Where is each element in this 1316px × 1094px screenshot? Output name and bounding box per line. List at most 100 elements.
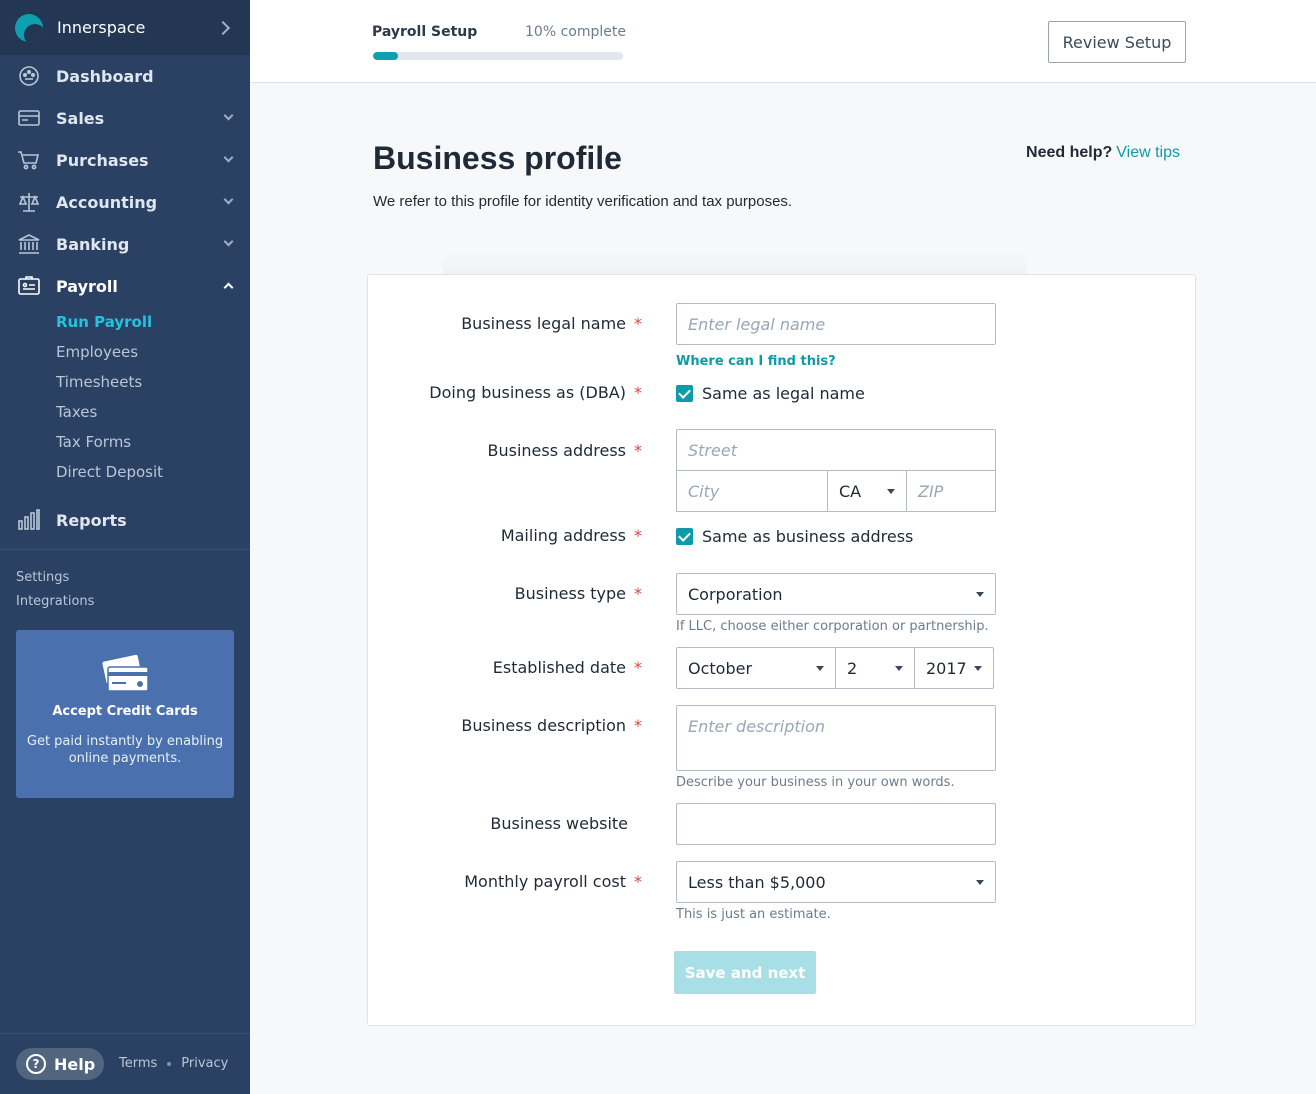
sidebar-subitem-employees[interactable]: Employees [0,337,250,367]
page-title: Business profile [373,140,622,176]
page-subtitle: We refer to this profile for identity ve… [373,193,793,210]
sidebar: Innerspace Dashboard Sales Purchases Acc… [0,0,250,1094]
sidebar-item-label: Sales [56,108,105,128]
sidebar-item-dashboard[interactable]: Dashboard [0,55,250,97]
sidebar-subitem-timesheets[interactable]: Timesheets [0,367,250,397]
dropdown-arrow-icon [816,666,824,671]
aux-links: Settings Integrations [16,568,94,616]
month-value: October [688,658,753,678]
terms-link[interactable]: Terms [119,1056,157,1071]
view-tips-link[interactable]: View tips [1116,144,1180,161]
sidebar-item-sales[interactable]: Sales [0,97,250,139]
integrations-link[interactable]: Integrations [16,592,94,616]
payroll-cost-select[interactable]: Less than $5,000 [676,861,996,903]
where-find-link[interactable]: Where can I find this? [676,354,836,369]
payroll-icon [16,274,42,298]
need-help-prefix: Need help? [1026,144,1113,161]
sidebar-subitem-taxes[interactable]: Taxes [0,397,250,427]
logo-icon [15,13,43,42]
dba-label: Doing business as (DBA) * [429,383,642,402]
promo-title: Accept Credit Cards [52,704,198,719]
dba-checkbox-label: Same as legal name [702,384,865,403]
checkbox-checked-icon [676,385,693,402]
separator-dot [167,1061,172,1066]
cart-icon [16,148,42,172]
day-select[interactable]: 2 [835,647,915,689]
payroll-cost-label: Monthly payroll cost * [464,872,642,891]
business-type-label: Business type * [514,584,642,603]
year-value: 2017 [926,658,967,678]
company-switcher[interactable]: Innerspace [0,0,250,55]
chevron-down-icon [223,236,234,247]
company-name: Innerspace [57,18,146,37]
city-input[interactable]: City [676,470,828,512]
sidebar-item-label: Accounting [56,192,158,212]
save-and-next-button[interactable]: Save and next [674,951,816,994]
chevron-down-icon [223,110,234,121]
street-input[interactable]: Street [676,429,996,471]
payroll-cost-value: Less than $5,000 [688,872,826,892]
sidebar-item-label: Dashboard [56,66,154,86]
progress-fill [373,52,398,60]
year-select[interactable]: 2017 [914,647,994,689]
sidebar-subitem-tax-forms[interactable]: Tax Forms [0,427,250,457]
sidebar-item-banking[interactable]: Banking [0,223,250,265]
legal-name-label: Business legal name * [461,314,642,333]
sidebar-subitem-direct-deposit[interactable]: Direct Deposit [0,457,250,487]
address-label: Business address * [487,441,643,460]
progress-label: Payroll Setup [372,24,478,40]
business-type-hint: If LLC, choose either corporation or par… [676,619,989,634]
dropdown-arrow-icon [976,880,984,885]
dropdown-arrow-icon [887,489,895,494]
mailing-checkbox-label: Same as business address [702,527,914,546]
dropdown-arrow-icon [895,666,903,671]
description-textarea[interactable]: Enter description [676,705,996,771]
state-select[interactable]: CA [827,470,907,512]
sidebar-item-payroll[interactable]: Payroll [0,265,250,307]
legal-name-input[interactable]: Enter legal name [676,303,996,345]
help-label: Help [54,1054,96,1074]
settings-link[interactable]: Settings [16,568,94,592]
business-type-select[interactable]: Corporation [676,573,996,615]
sidebar-item-reports[interactable]: Reports [0,499,250,541]
footer-links: Terms Privacy [119,1056,228,1071]
state-value: CA [839,481,862,501]
bar-chart-icon [16,508,42,532]
sales-icon [16,106,42,130]
divider [0,1033,250,1034]
sidebar-item-label: Banking [56,234,130,254]
dropdown-arrow-icon [976,592,984,597]
sidebar-subitem-run-payroll[interactable]: Run Payroll [0,307,250,337]
dba-same-checkbox[interactable]: Same as legal name [676,384,865,403]
zip-input[interactable]: ZIP [906,470,996,512]
website-input[interactable] [676,803,996,845]
divider [0,549,250,550]
description-hint: Describe your business in your own words… [676,775,955,790]
topbar: Payroll Setup 10% complete Review Setup [250,0,1316,83]
business-type-value: Corporation [688,584,783,604]
website-label: Business website [490,814,628,833]
mailing-label: Mailing address * [500,526,642,545]
payroll-cost-hint: This is just an estimate. [676,907,831,922]
help-button[interactable]: ? Help [16,1048,104,1080]
review-setup-button[interactable]: Review Setup [1048,21,1186,63]
sidebar-item-label: Payroll [56,276,118,296]
promo-card[interactable]: Accept Credit Cards Get paid instantly b… [16,630,234,798]
sidebar-item-accounting[interactable]: Accounting [0,181,250,223]
chevron-down-icon [223,194,234,205]
sidebar-item-label: Reports [56,510,127,530]
sidebar-item-purchases[interactable]: Purchases [0,139,250,181]
card-tab-shadow [443,253,1026,275]
description-label: Business description * [461,716,642,735]
chevron-up-icon [223,282,234,293]
credit-card-icon [100,654,150,694]
day-value: 2 [847,658,858,678]
month-select[interactable]: October [676,647,836,689]
dropdown-arrow-icon [974,666,982,671]
need-help: Need help? View tips [1026,144,1180,162]
checkbox-checked-icon [676,528,693,545]
progress-percent: 10% complete [525,24,626,40]
mailing-same-checkbox[interactable]: Same as business address [676,527,913,546]
question-icon: ? [26,1054,46,1074]
privacy-link[interactable]: Privacy [181,1056,228,1071]
